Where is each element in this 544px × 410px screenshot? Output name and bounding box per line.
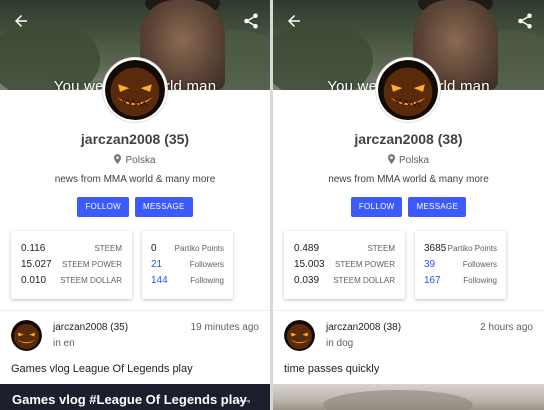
stat-label: Followers [189,260,224,269]
stat-label: Following [190,276,224,285]
stat-value: 0 [151,243,157,254]
stat-row-followers[interactable]: 21 Followers [142,259,233,273]
post-category[interactable]: in en [53,338,75,349]
stat-row-partiko-points: 3685 Partiko Points [415,243,506,257]
stat-value: 0.489 [294,243,320,254]
post-thumbnail[interactable]: Games vlog #League Of Legends play jarcz… [0,384,270,410]
follow-button[interactable]: FOLLOW [350,197,403,217]
post-author-avatar[interactable] [11,320,42,351]
post-author-avatar[interactable] [284,320,315,351]
stat-value: 144 [151,275,168,286]
stat-label: Following [463,276,497,285]
stat-row-steem: 0.116 STEEM [11,243,132,257]
message-button[interactable]: MESSAGE [408,197,467,217]
profile-actions: FOLLOW MESSAGE [0,197,270,217]
stat-label: Partiko Points [447,244,497,253]
post-category[interactable]: in dog [326,338,353,349]
profile-name: jarczan2008 (35) [80,131,190,147]
stat-row-steem-dollar: 0.010 STEEM DOLLAR [11,275,132,289]
profile-about: news from MMA world & many more [54,174,216,185]
location-text: Polska [398,155,429,166]
stat-value: 39 [424,259,436,270]
app-screens: You went full world man jarczan2008 (35)… [0,0,544,410]
post-time: 2 hours ago [480,322,533,333]
stat-row-steem-dollar: 0.039 STEEM DOLLAR [284,275,405,289]
stat-value: 15.027 [21,259,52,270]
stat-label: STEEM DOLLAR [333,276,395,285]
social-stats-card: 3685 Partiko Points 39 Followers 167 Follow… [415,231,506,299]
stat-label: Followers [462,260,497,269]
stat-value: 0.010 [21,275,47,286]
stat-value: 21 [151,259,163,270]
post-title[interactable]: Games vlog League Of Legends play [11,363,193,375]
profile-name: jarczan2008 (38) [354,131,463,147]
profile-actions: FOLLOW MESSAGE [273,197,544,217]
stat-value: 3685 [424,243,447,254]
location-pin-icon [387,154,395,164]
stat-label: STEEM [367,244,395,253]
location-pin-icon [114,154,122,164]
stat-value: 0.039 [294,275,320,286]
profile-screen-left: You went full world man jarczan2008 (35)… [0,0,270,410]
thumbnail-tag: gaming [236,398,250,403]
thumbnail-title: Games vlog #League Of Legends play [12,392,247,407]
stat-row-following[interactable]: 167 Following [415,275,506,289]
stat-label: Partiko Points [174,244,224,253]
stat-row-partiko-points: 0 Partiko Points [142,243,233,257]
follow-button[interactable]: FOLLOW [77,197,129,217]
stat-label: STEEM POWER [334,260,395,269]
location-text: Polska [125,155,156,166]
stat-value: 167 [424,275,441,286]
social-stats-card: 0 Partiko Points 21 Followers 144 Following [142,231,233,299]
stat-row-steem-power: 15.003 STEEM POWER [284,259,405,273]
back-arrow-icon[interactable] [285,12,303,30]
avatar[interactable] [376,58,440,122]
post-title[interactable]: time passes quickly [284,363,379,375]
profile-location: Polska [273,154,544,166]
share-icon[interactable] [516,12,534,30]
post-author[interactable]: jarczan2008 (35) [53,322,128,333]
stat-row-steem-power: 15.027 STEEM POWER [11,259,132,273]
share-icon[interactable] [242,12,260,30]
avatar[interactable] [103,58,167,122]
stat-label: STEEM POWER [61,260,122,269]
stat-value: 15.003 [294,259,325,270]
wallet-stats-card: 0.116 STEEM 15.027 STEEM POWER 0.010 STEEM … [11,231,132,299]
profile-location: Polska [0,154,270,166]
stat-label: STEEM DOLLAR [60,276,122,285]
back-arrow-icon[interactable] [12,12,30,30]
post-time: 19 minutes ago [190,322,259,333]
stat-label: STEEM [94,244,122,253]
profile-about: news from MMA world & many more [328,174,489,185]
wallet-stats-card: 0.489 STEEM 15.003 STEEM POWER 0.039 STEEM … [284,231,405,299]
stat-row-followers[interactable]: 39 Followers [415,259,506,273]
post-author[interactable]: jarczan2008 (38) [326,322,401,333]
profile-screen-right: You went full world man jarczan2008 (38)… [273,0,544,410]
stat-value: 0.116 [21,243,46,254]
stat-row-following[interactable]: 144 Following [142,275,233,289]
message-button[interactable]: MESSAGE [134,197,193,217]
post-thumbnail[interactable] [273,384,544,410]
stat-row-steem: 0.489 STEEM [284,243,405,257]
